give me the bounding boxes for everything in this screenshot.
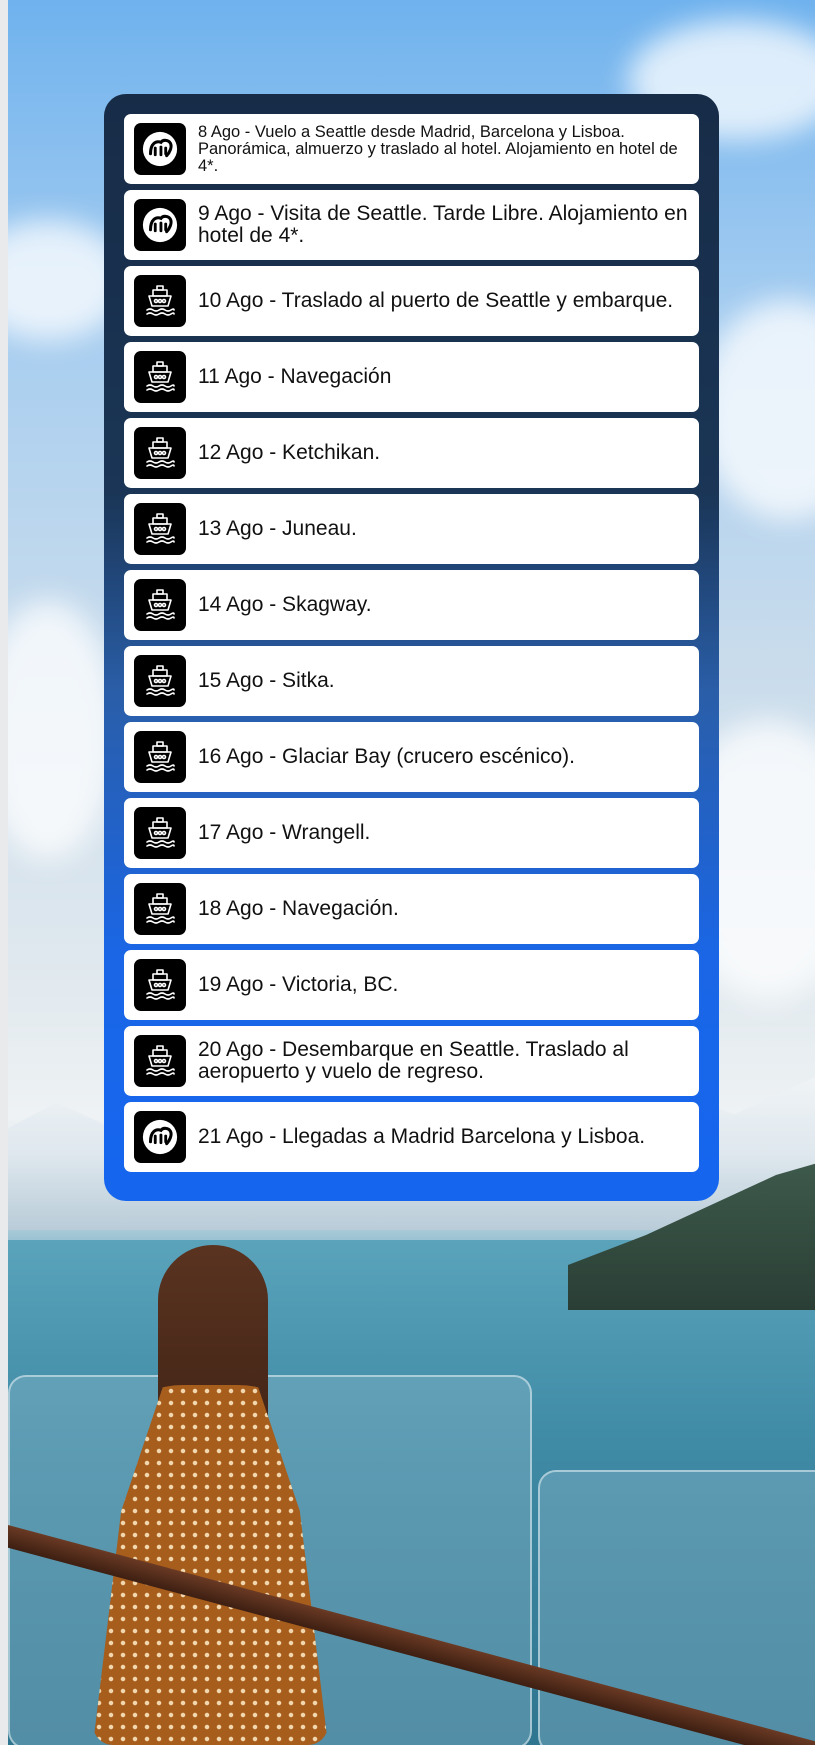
itinerary-item: 11 Ago - Navegación bbox=[124, 342, 699, 412]
ship-icon bbox=[134, 1035, 186, 1087]
ship-icon bbox=[134, 503, 186, 555]
brand-logo-icon bbox=[134, 199, 186, 251]
itinerary-item-text: 9 Ago - Visita de Seattle. Tarde Libre. … bbox=[198, 202, 688, 247]
ship-icon bbox=[134, 807, 186, 859]
itinerary-item: 8 Ago - Vuelo a Seattle desde Madrid, Ba… bbox=[124, 114, 699, 184]
itinerary-item-text: 8 Ago - Vuelo a Seattle desde Madrid, Ba… bbox=[198, 122, 678, 175]
ship-icon bbox=[134, 351, 186, 403]
itinerary-item-text: 13 Ago - Juneau. bbox=[198, 517, 357, 540]
itinerary-item: 15 Ago - Sitka. bbox=[124, 646, 699, 716]
ship-icon bbox=[134, 275, 186, 327]
itinerary-item: 10 Ago - Traslado al puerto de Seattle y… bbox=[124, 266, 699, 336]
itinerary-item-text: 16 Ago - Glaciar Bay (crucero escénico). bbox=[198, 745, 575, 768]
itinerary-item: 19 Ago - Victoria, BC. bbox=[124, 950, 699, 1020]
brand-logo-icon bbox=[134, 123, 186, 175]
itinerary-item-text: 15 Ago - Sitka. bbox=[198, 669, 335, 692]
itinerary-item-text: 10 Ago - Traslado al puerto de Seattle y… bbox=[198, 289, 674, 312]
itinerary-item: 14 Ago - Skagway. bbox=[124, 570, 699, 640]
itinerary-item: 12 Ago - Ketchikan. bbox=[124, 418, 699, 488]
itinerary-item-text: 21 Ago - Llegadas a Madrid Barcelona y L… bbox=[198, 1125, 646, 1148]
ship-icon bbox=[134, 959, 186, 1011]
ship-icon bbox=[134, 883, 186, 935]
itinerary-item-text: 12 Ago - Ketchikan. bbox=[198, 441, 381, 464]
itinerary-item: 17 Ago - Wrangell. bbox=[124, 798, 699, 868]
ship-icon bbox=[134, 579, 186, 631]
brand-logo-icon bbox=[134, 1111, 186, 1163]
itinerary-item: 16 Ago - Glaciar Bay (crucero escénico). bbox=[124, 722, 699, 792]
itinerary-item: 9 Ago - Visita de Seattle. Tarde Libre. … bbox=[124, 190, 699, 260]
itinerary-item: 21 Ago - Llegadas a Madrid Barcelona y L… bbox=[124, 1102, 699, 1172]
itinerary-item-text: 19 Ago - Victoria, BC. bbox=[198, 973, 399, 996]
itinerary-item: 18 Ago - Navegación. bbox=[124, 874, 699, 944]
itinerary-item: 13 Ago - Juneau. bbox=[124, 494, 699, 564]
ship-icon bbox=[134, 655, 186, 707]
itinerary-panel: 8 Ago - Vuelo a Seattle desde Madrid, Ba… bbox=[104, 94, 719, 1201]
cloud bbox=[8, 600, 118, 860]
ship-icon bbox=[134, 731, 186, 783]
itinerary-item-text: 20 Ago - Desembarque en Seattle. Traslad… bbox=[198, 1038, 629, 1083]
itinerary-item-text: 18 Ago - Navegación. bbox=[198, 897, 399, 920]
itinerary-item-text: 17 Ago - Wrangell. bbox=[198, 821, 371, 844]
itinerary-item-text: 14 Ago - Skagway. bbox=[198, 593, 372, 616]
itinerary-item: 20 Ago - Desembarque en Seattle. Traslad… bbox=[124, 1026, 699, 1096]
itinerary-item-text: 11 Ago - Navegación bbox=[198, 365, 392, 388]
ship-icon bbox=[134, 427, 186, 479]
